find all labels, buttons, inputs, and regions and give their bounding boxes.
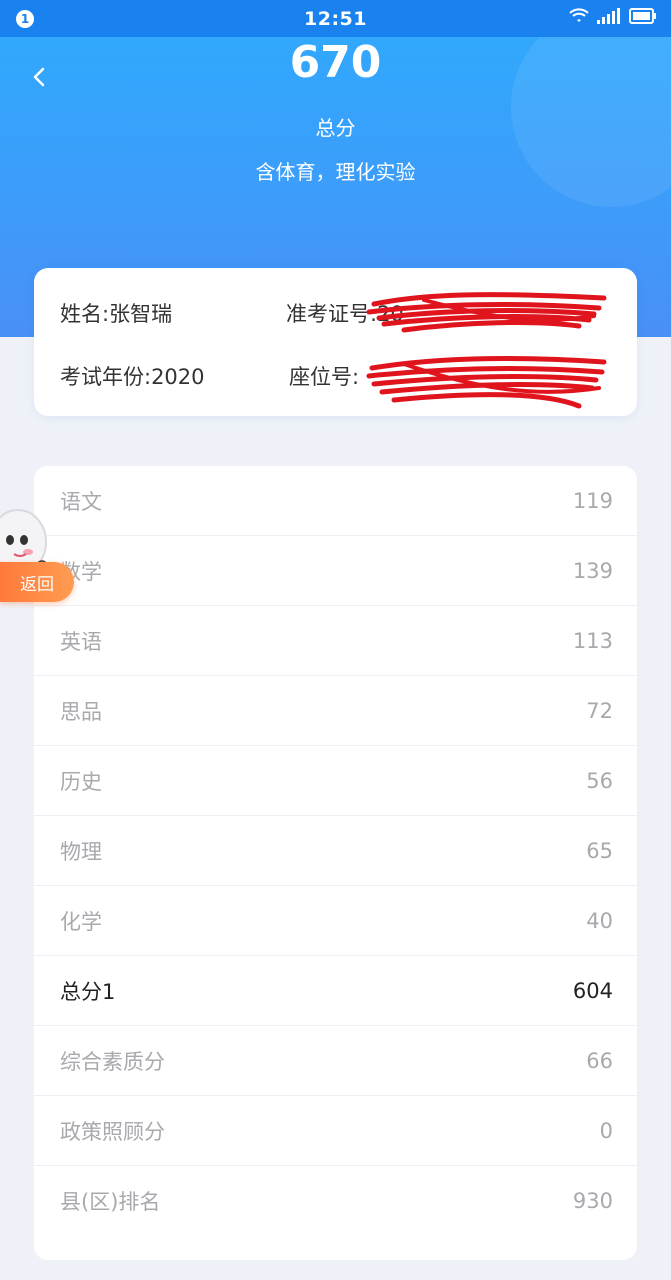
score-row-english: 英语 113	[34, 606, 637, 676]
score-row-policy: 政策照顾分 0	[34, 1096, 637, 1166]
student-name: 姓名:张智瑞	[60, 302, 173, 326]
status-icons	[569, 8, 657, 24]
total-score-note: 含体育，理化实验	[255, 160, 416, 184]
subject-label: 历史	[60, 769, 102, 794]
scores-list: 语文 119 数学 139 英语 113 思品 72 历史 56 物理 65 化…	[34, 466, 637, 1260]
subject-label: 县(区)排名	[60, 1190, 161, 1214]
subject-score: 0	[599, 1118, 613, 1143]
redaction-scribble-seat	[366, 356, 607, 409]
battery-icon	[629, 8, 656, 24]
subject-label: 思品	[60, 699, 102, 724]
subject-score: 56	[586, 768, 613, 793]
exam-year: 考试年份:2020	[60, 365, 205, 389]
subject-score: 604	[572, 978, 613, 1003]
score-row-physics: 物理 65	[34, 816, 637, 886]
subject-score: 40	[586, 908, 613, 933]
seat-number: 座位号:	[289, 365, 360, 389]
score-row-history: 历史 56	[34, 746, 637, 816]
subject-score: 65	[586, 838, 613, 863]
score-row-morality: 思品 72	[34, 676, 637, 746]
subject-score: 139	[572, 558, 613, 583]
subject-score: 119	[572, 488, 613, 513]
score-row-chemistry: 化学 40	[34, 886, 637, 956]
subject-label: 英语	[60, 629, 102, 654]
subject-label: 总分1	[60, 979, 116, 1004]
status-time: 12:51	[304, 7, 367, 30]
student-info-card: 姓名:张智瑞 准考证号:20 考试年份:2020 座位号:	[34, 268, 637, 416]
redaction-scribble-exam-id	[366, 292, 607, 333]
score-row-math: 数学 139	[34, 536, 637, 606]
subject-label: 物理	[60, 839, 102, 864]
subject-label: 综合素质分	[60, 1049, 165, 1074]
status-bar: 1 12:51	[0, 0, 671, 37]
total-score-label: 总分	[315, 116, 356, 140]
total-score: 670	[289, 37, 382, 88]
subject-label: 政策照顾分	[60, 1119, 165, 1144]
subject-score: 930	[572, 1189, 613, 1213]
subject-label: 化学	[60, 909, 102, 934]
subject-score: 113	[572, 628, 613, 653]
score-row-chinese: 语文 119	[34, 466, 637, 536]
subject-score: 72	[586, 698, 613, 723]
score-row-quality: 综合素质分 66	[34, 1026, 637, 1096]
score-row-rank: 县(区)排名 930	[34, 1166, 637, 1236]
wifi-icon	[569, 8, 589, 22]
score-row-total1: 总分1 604	[34, 956, 637, 1026]
float-return-button[interactable]: 返回	[0, 562, 74, 602]
notification-badge: 1	[16, 10, 34, 28]
subject-score: 66	[586, 1048, 613, 1073]
signal-icon	[597, 8, 620, 24]
